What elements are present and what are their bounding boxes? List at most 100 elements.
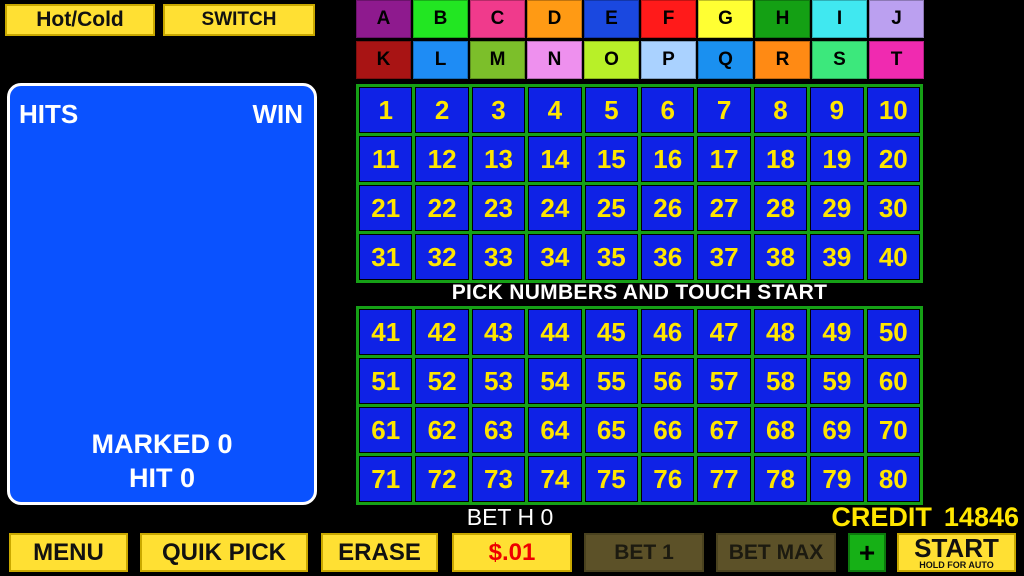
pattern-button-d[interactable]: D [527,0,582,38]
number-cell-75[interactable]: 75 [584,456,638,502]
number-cell-42[interactable]: 42 [415,309,469,355]
number-cell-23[interactable]: 23 [471,185,526,231]
number-cell-68[interactable]: 68 [753,407,808,453]
number-cell-73[interactable]: 73 [471,456,526,502]
number-cell-20[interactable]: 20 [866,136,920,182]
pattern-button-i[interactable]: I [812,0,867,38]
number-cell-38[interactable]: 38 [753,234,808,280]
number-cell-53[interactable]: 53 [471,358,526,404]
number-cell-21[interactable]: 21 [359,185,413,231]
number-cell-80[interactable]: 80 [866,456,920,502]
pattern-button-h[interactable]: H [755,0,810,38]
number-cell-62[interactable]: 62 [415,407,469,453]
pattern-button-m[interactable]: M [470,41,525,79]
number-cell-4[interactable]: 4 [528,87,582,133]
number-cell-33[interactable]: 33 [471,234,526,280]
bet-max-button[interactable]: BET MAX [716,533,836,572]
number-cell-55[interactable]: 55 [584,358,638,404]
number-cell-5[interactable]: 5 [584,87,638,133]
number-cell-25[interactable]: 25 [584,185,638,231]
number-cell-59[interactable]: 59 [810,358,864,404]
number-cell-48[interactable]: 48 [753,309,808,355]
pattern-button-s[interactable]: S [812,41,867,79]
number-cell-46[interactable]: 46 [641,309,695,355]
start-button[interactable]: START HOLD FOR AUTO [897,533,1016,572]
number-cell-49[interactable]: 49 [810,309,864,355]
number-cell-27[interactable]: 27 [697,185,751,231]
pattern-button-g[interactable]: G [698,0,753,38]
pattern-button-t[interactable]: T [869,41,924,79]
pattern-button-j[interactable]: J [869,0,924,38]
number-cell-2[interactable]: 2 [415,87,469,133]
number-cell-72[interactable]: 72 [415,456,469,502]
number-cell-8[interactable]: 8 [753,87,808,133]
number-cell-31[interactable]: 31 [359,234,413,280]
number-cell-6[interactable]: 6 [641,87,695,133]
pattern-button-b[interactable]: B [413,0,468,38]
number-cell-3[interactable]: 3 [471,87,526,133]
number-cell-37[interactable]: 37 [697,234,751,280]
switch-button[interactable]: SWITCH [163,4,315,36]
number-cell-78[interactable]: 78 [753,456,808,502]
number-cell-43[interactable]: 43 [471,309,526,355]
number-cell-29[interactable]: 29 [810,185,864,231]
plus-button[interactable]: + [848,533,886,572]
number-cell-32[interactable]: 32 [415,234,469,280]
number-cell-28[interactable]: 28 [753,185,808,231]
number-cell-74[interactable]: 74 [528,456,582,502]
number-cell-64[interactable]: 64 [528,407,582,453]
number-cell-47[interactable]: 47 [697,309,751,355]
number-cell-14[interactable]: 14 [528,136,582,182]
number-cell-18[interactable]: 18 [753,136,808,182]
pattern-button-a[interactable]: A [356,0,411,38]
number-cell-44[interactable]: 44 [528,309,582,355]
number-cell-60[interactable]: 60 [866,358,920,404]
pattern-button-q[interactable]: Q [698,41,753,79]
number-cell-52[interactable]: 52 [415,358,469,404]
number-cell-66[interactable]: 66 [641,407,695,453]
number-cell-10[interactable]: 10 [866,87,920,133]
number-cell-67[interactable]: 67 [697,407,751,453]
pattern-button-f[interactable]: F [641,0,696,38]
pattern-button-e[interactable]: E [584,0,639,38]
number-cell-56[interactable]: 56 [641,358,695,404]
number-cell-65[interactable]: 65 [584,407,638,453]
pattern-button-r[interactable]: R [755,41,810,79]
number-cell-1[interactable]: 1 [359,87,413,133]
number-cell-77[interactable]: 77 [697,456,751,502]
number-cell-39[interactable]: 39 [810,234,864,280]
number-cell-12[interactable]: 12 [415,136,469,182]
denomination-button[interactable]: $.01 [452,533,572,572]
number-cell-15[interactable]: 15 [584,136,638,182]
number-cell-57[interactable]: 57 [697,358,751,404]
bet-one-button[interactable]: BET 1 [584,533,704,572]
number-cell-11[interactable]: 11 [359,136,413,182]
number-cell-13[interactable]: 13 [471,136,526,182]
number-cell-16[interactable]: 16 [641,136,695,182]
quik-pick-button[interactable]: QUIK PICK [140,533,308,572]
pattern-button-l[interactable]: L [413,41,468,79]
number-cell-76[interactable]: 76 [641,456,695,502]
number-cell-54[interactable]: 54 [528,358,582,404]
number-cell-22[interactable]: 22 [415,185,469,231]
pattern-button-k[interactable]: K [356,41,411,79]
pattern-button-n[interactable]: N [527,41,582,79]
number-cell-63[interactable]: 63 [471,407,526,453]
number-cell-79[interactable]: 79 [810,456,864,502]
hot-cold-button[interactable]: Hot/Cold [5,4,155,36]
number-cell-41[interactable]: 41 [359,309,413,355]
number-cell-45[interactable]: 45 [584,309,638,355]
erase-button[interactable]: ERASE [321,533,438,572]
number-cell-51[interactable]: 51 [359,358,413,404]
number-cell-34[interactable]: 34 [528,234,582,280]
pattern-button-o[interactable]: O [584,41,639,79]
pattern-button-p[interactable]: P [641,41,696,79]
number-cell-61[interactable]: 61 [359,407,413,453]
number-cell-9[interactable]: 9 [810,87,864,133]
number-cell-40[interactable]: 40 [866,234,920,280]
number-cell-30[interactable]: 30 [866,185,920,231]
number-cell-24[interactable]: 24 [528,185,582,231]
number-cell-19[interactable]: 19 [810,136,864,182]
number-cell-26[interactable]: 26 [641,185,695,231]
number-cell-7[interactable]: 7 [697,87,751,133]
